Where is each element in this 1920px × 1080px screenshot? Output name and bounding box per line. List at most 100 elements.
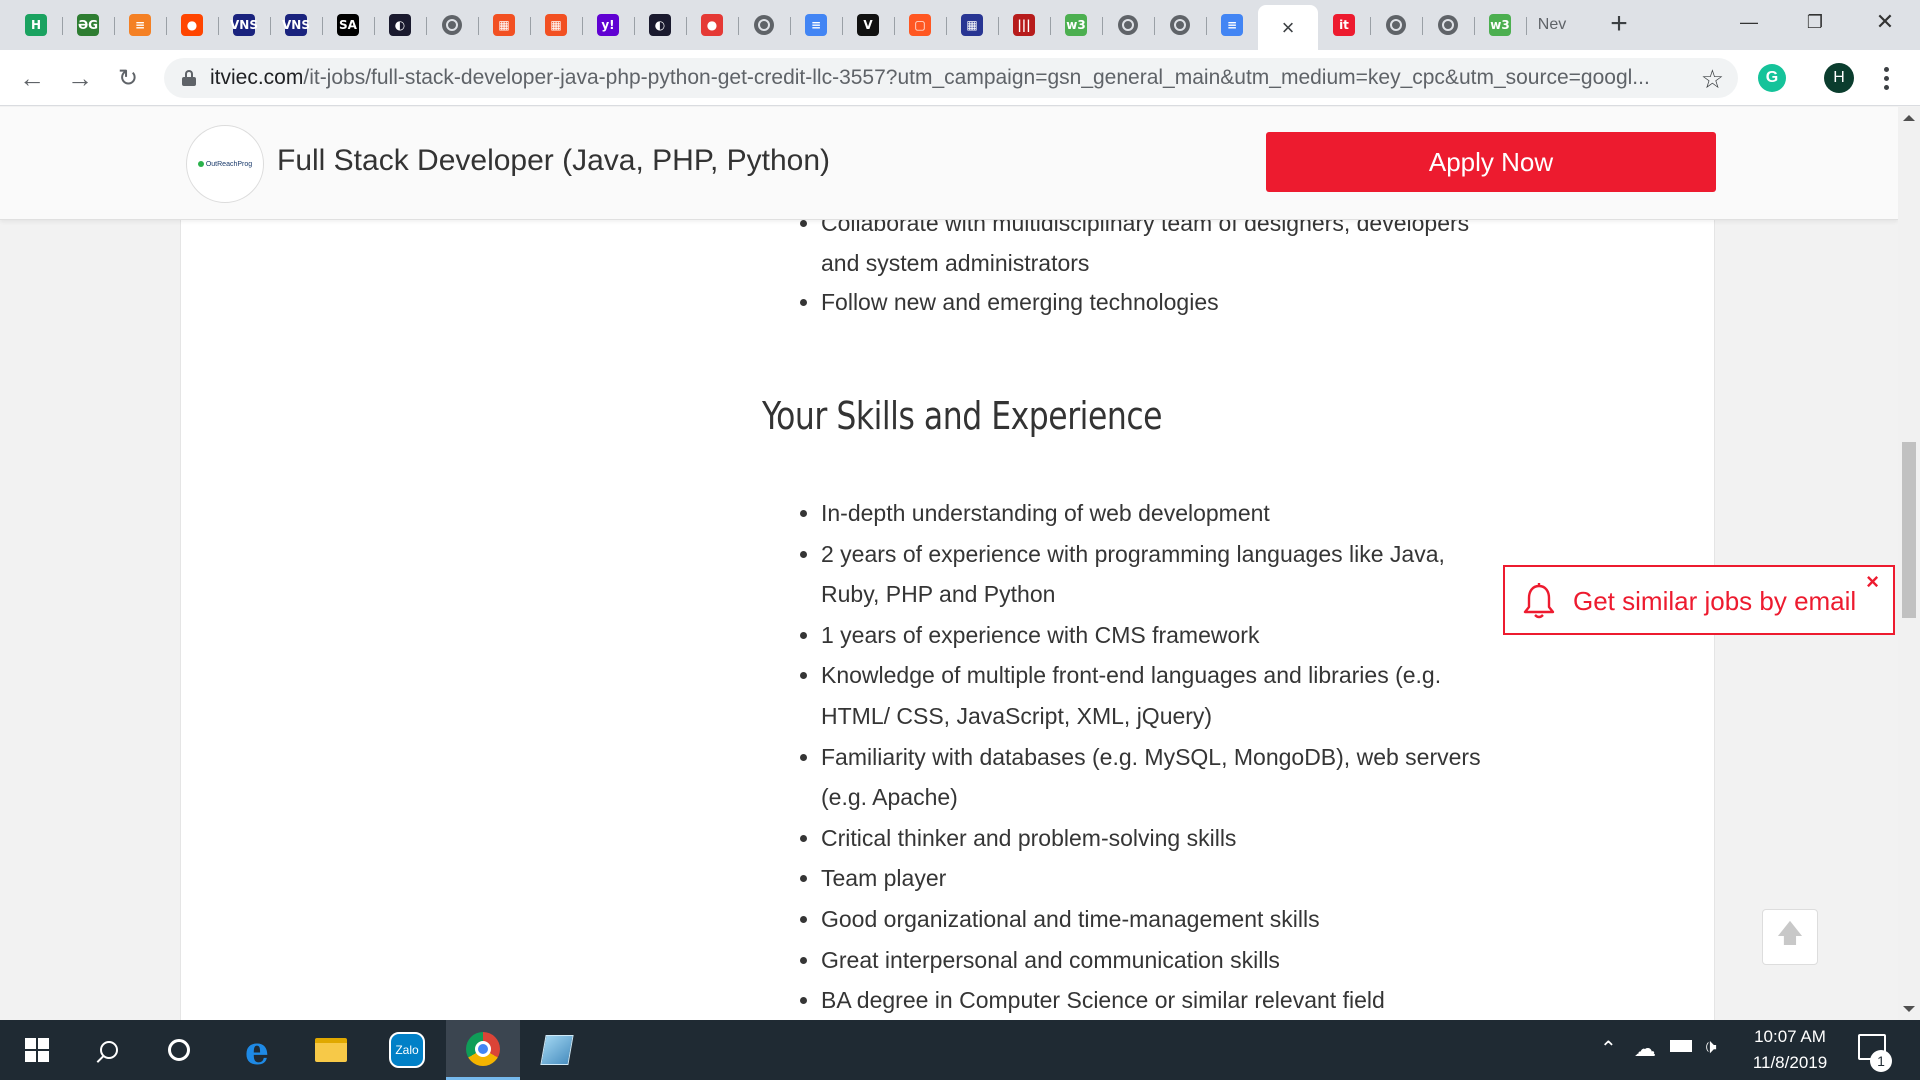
company-logo-text: OutReachProg xyxy=(205,160,253,168)
browser-tab[interactable] xyxy=(1370,5,1422,45)
browser-tab[interactable]: ≡ xyxy=(790,5,842,45)
browser-tab[interactable]: × xyxy=(1258,5,1318,50)
skills-heading: Your Skills and Experience xyxy=(762,394,1163,438)
edge-icon: e xyxy=(244,1027,270,1073)
browser-tab[interactable]: ◐ xyxy=(634,5,686,45)
onedrive-cloud-icon[interactable]: ☁ xyxy=(1634,1036,1656,1062)
vns-icon: VNS xyxy=(282,14,310,36)
list-item-continuation: HTML/ CSS, JavaScript, XML, jQuery) xyxy=(821,703,1213,729)
w3-icon: w3 xyxy=(1489,14,1511,36)
address-bar[interactable]: itviec.com/it-jobs/full-stack-developer-… xyxy=(164,58,1738,98)
browser-tab[interactable]: ≡ xyxy=(114,5,166,45)
list-item-continuation: (e.g. Apache) xyxy=(821,784,958,811)
clock-date: 11/8/2019 xyxy=(1752,1053,1828,1072)
clock-time: 10:07 AM xyxy=(1754,1027,1826,1046)
list-item: Knowledge of multiple front-end language… xyxy=(800,655,1521,695)
browser-menu-icon[interactable] xyxy=(1876,62,1896,94)
page-viewport: OutReachProg Full Stack Developer (Java,… xyxy=(0,107,1898,1020)
list-item: 1 years of experience with CMS framework xyxy=(800,615,1521,655)
volume-icon[interactable]: 🕩 xyxy=(1704,1036,1717,1059)
stackoverflow-icon: ≡ xyxy=(129,14,151,36)
url-text[interactable]: itviec.com/it-jobs/full-stack-developer-… xyxy=(210,66,1680,90)
browser-tab[interactable] xyxy=(738,5,790,45)
browser-tab[interactable]: V xyxy=(842,5,894,45)
scroll-to-top-button[interactable]: 🡅 xyxy=(1762,909,1818,965)
scroll-down-arrow-icon[interactable] xyxy=(1903,1006,1915,1012)
url-domain: itviec.com xyxy=(210,66,304,89)
company-logo[interactable]: OutReachProg xyxy=(186,125,264,203)
browser-tab[interactable]: H xyxy=(10,5,62,45)
microsoft-icon: ▦ xyxy=(493,14,515,36)
browser-tab[interactable]: ≡ xyxy=(1206,5,1258,45)
yahoo-icon: y! xyxy=(597,14,619,36)
search-button[interactable] xyxy=(72,1020,146,1080)
zalo-icon: Zalo xyxy=(389,1032,425,1068)
scroll-up-arrow-icon[interactable] xyxy=(1903,115,1915,121)
new-tab-button[interactable]: + xyxy=(1603,7,1635,40)
globe-icon xyxy=(754,15,774,35)
lock-icon xyxy=(182,70,196,86)
docs-icon: ≡ xyxy=(1221,14,1243,36)
windows-taskbar: e Zalo ⌃ ☁ 🕩 10:07 AM 11/8/2019 1 xyxy=(0,1020,1920,1080)
similar-jobs-box[interactable]: Get similar jobs by email × xyxy=(1503,565,1895,635)
back-button[interactable]: ← xyxy=(16,62,48,94)
start-button[interactable] xyxy=(0,1020,74,1080)
browser-tab[interactable]: ||| xyxy=(998,5,1050,45)
tab-list: H ƏG ≡ ● VNS VNS SA ◐ ▦ ▦ y! ◐ ● ≡ V ▢ ▦ ||| w3 ≡ × it w3 Nev xyxy=(10,5,1578,50)
browser-tab[interactable]: ▦ xyxy=(530,5,582,45)
cortana-icon xyxy=(168,1039,190,1061)
browser-tab[interactable]: y! xyxy=(582,5,634,45)
browser-tab[interactable]: Nev xyxy=(1526,5,1578,45)
taskbar-app[interactable] xyxy=(520,1020,594,1080)
browser-tab[interactable] xyxy=(1154,5,1206,45)
list-item: Critical thinker and problem-solving ski… xyxy=(800,818,1521,858)
close-icon[interactable]: × xyxy=(1282,15,1295,41)
cortana-button[interactable] xyxy=(142,1020,216,1080)
browser-tab[interactable]: w3 xyxy=(1474,5,1526,45)
close-window-button[interactable]: ✕ xyxy=(1852,0,1918,44)
taskbar-edge[interactable]: e xyxy=(220,1020,294,1080)
apply-now-button[interactable]: Apply Now xyxy=(1266,132,1716,192)
taskbar-file-explorer[interactable] xyxy=(294,1020,368,1080)
browser-tab[interactable]: ▢ xyxy=(894,5,946,45)
taskbar-chrome[interactable] xyxy=(446,1020,520,1080)
browser-tab[interactable]: ▦ xyxy=(478,5,530,45)
grammarly-extension-icon[interactable]: G xyxy=(1758,64,1786,92)
browser-tab[interactable]: ● xyxy=(686,5,738,45)
list-item: Good organizational and time-management … xyxy=(800,899,1521,939)
browser-tab[interactable]: w3 xyxy=(1050,5,1102,45)
browser-tab[interactable]: VNS xyxy=(270,5,322,45)
scrollbar-thumb[interactable] xyxy=(1902,442,1916,618)
bell-icon xyxy=(1523,583,1555,619)
browser-tab[interactable]: VNS xyxy=(218,5,270,45)
restore-button[interactable]: ❐ xyxy=(1782,0,1848,44)
browser-tab[interactable] xyxy=(1102,5,1154,45)
list-item: Follow new and emerging technologies xyxy=(800,282,1521,322)
grid-icon: ▦ xyxy=(961,14,983,36)
list-item: 2 years of experience with programming l… xyxy=(800,534,1521,574)
battery-icon[interactable] xyxy=(1670,1040,1692,1052)
taskbar-zalo[interactable]: Zalo xyxy=(370,1020,444,1080)
h-green-icon: H xyxy=(25,14,47,36)
search-icon xyxy=(100,1041,118,1059)
browser-tab[interactable]: ƏG xyxy=(62,5,114,45)
browser-tab[interactable]: ▦ xyxy=(946,5,998,45)
forward-button[interactable]: → xyxy=(64,62,96,94)
browser-tab[interactable]: ◐ xyxy=(374,5,426,45)
close-icon[interactable]: × xyxy=(1866,569,1879,595)
browser-tab[interactable] xyxy=(426,5,478,45)
browser-tab[interactable]: it xyxy=(1318,5,1370,45)
profile-avatar[interactable]: H xyxy=(1824,63,1854,93)
page-scrollbar[interactable] xyxy=(1898,107,1920,1020)
bookmark-star-icon[interactable]: ☆ xyxy=(1701,64,1724,95)
reload-button[interactable]: ↻ xyxy=(112,62,144,94)
new-tab-label: Nev xyxy=(1537,16,1567,33)
browser-tab[interactable]: SA xyxy=(322,5,374,45)
list-item-continuation: Ruby, PHP and Python xyxy=(821,581,1056,608)
tray-chevron-icon[interactable]: ⌃ xyxy=(1600,1036,1617,1061)
tray-clock[interactable]: 10:07 AM 11/8/2019 xyxy=(1730,1024,1850,1076)
browser-tab[interactable]: ● xyxy=(166,5,218,45)
minimize-button[interactable]: — xyxy=(1716,0,1782,44)
microsoft-icon: ▦ xyxy=(545,14,567,36)
browser-tab[interactable] xyxy=(1422,5,1474,45)
